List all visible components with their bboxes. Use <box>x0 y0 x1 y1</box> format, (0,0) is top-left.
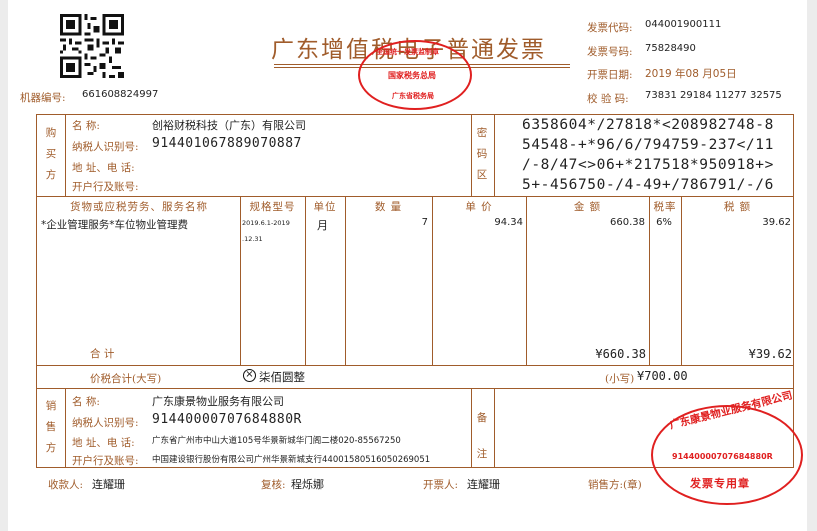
items-bottom-line <box>36 365 794 366</box>
buyer-section-label: 购买方 <box>45 127 57 181</box>
buyer-tax-id-label: 纳税人识别号: <box>72 141 139 153</box>
cipher-label-divider <box>494 114 495 196</box>
header-tax: 税 额 <box>723 201 752 213</box>
header-price: 单 价 <box>465 201 493 213</box>
reviewer-label: 复核: <box>261 479 286 491</box>
header-unit: 单位 <box>313 201 337 213</box>
machine-no: 661608824997 <box>82 89 159 100</box>
total-bottom-line <box>36 388 794 389</box>
tax-stamp-line2: 国家税务总局 <box>388 71 436 80</box>
buyer-label-divider <box>65 114 66 196</box>
grand-total-small-value: ¥700.00 <box>637 369 688 383</box>
check-code-label: 校 验 码: <box>587 93 629 105</box>
header-amount: 金 额 <box>573 201 602 213</box>
cipher-section-label: 密码区 <box>476 127 488 181</box>
payee-label: 收款人: <box>48 479 84 491</box>
tax-stamp-line3: 广东省税务局 <box>392 92 434 100</box>
tax-stamp-line1: 全国统一发票监制章 <box>376 48 439 56</box>
qr-code <box>60 14 124 78</box>
total-label: 合 计 <box>90 348 115 360</box>
seller-address: 广东省广州市中山大道105号华景新城华门阁二楼020-85567250 <box>152 436 401 446</box>
buyer-tax-id: 914401067889070887 <box>152 136 302 151</box>
seller-stamp-tax-id: 91440000707684880R <box>672 452 773 461</box>
cipher-left-divider <box>471 114 472 196</box>
item-name: *企业管理服务*车位物业管理费 <box>41 219 188 231</box>
item-qty: 7 <box>421 217 428 228</box>
buyer-bank-label: 开户行及账号: <box>72 181 139 193</box>
invoice-no-label: 发票号码: <box>587 46 633 58</box>
seller-stamp-label: 发票专用章 <box>690 477 750 490</box>
total-tax: ¥39.62 <box>748 347 792 361</box>
seller-bank: 中国建设银行股份有限公司广州华景新城支行44001580516050269051 <box>152 455 431 465</box>
issue-date: 2019 年08 月05日 <box>645 68 737 80</box>
payee: 连耀珊 <box>92 478 125 491</box>
seller-sign-label: 销售方:(章) <box>588 479 642 491</box>
remarks-section-label: 备注 <box>476 412 488 460</box>
header-name: 货物或应税劳务、服务名称 <box>70 201 208 213</box>
machine-no-label: 机器编号: <box>20 92 66 104</box>
issue-date-label: 开票日期: <box>587 69 633 81</box>
header-qty: 数 量 <box>374 201 403 213</box>
grand-total-small-label: (小写) <box>605 373 635 385</box>
buyer-name-label: 名 称: <box>72 120 100 132</box>
item-spec-line1: 2019.6.1-2019 <box>242 219 290 227</box>
invoice-code-label: 发票代码: <box>587 22 633 34</box>
seller-tax-id: 91440000707684880R <box>152 412 302 427</box>
invoice-paper: 广东增值税电子普通发票 全国统一发票监制章 国家税务总局 广东省税务局 机器编号… <box>8 0 807 531</box>
header-spec: 规格型号 <box>249 201 296 213</box>
invoice-code: 044001900111 <box>645 19 722 30</box>
seller-label-divider <box>65 388 66 468</box>
seller-bank-label: 开户行及账号: <box>72 455 139 467</box>
seller-address-label: 地 址、电 话: <box>72 437 135 449</box>
grand-total-words: 柒佰圆整 <box>259 370 305 384</box>
seller-section-label: 销售方 <box>45 400 57 454</box>
col-divider-unit <box>305 196 306 365</box>
item-tax: 39.62 <box>762 217 791 228</box>
item-unit: 月 <box>317 219 328 232</box>
col-divider-spec <box>240 196 241 365</box>
drawer: 连耀珊 <box>467 478 500 491</box>
total-amount: ¥660.38 <box>595 347 646 361</box>
remark-left-divider <box>471 388 472 468</box>
cross-circle-icon: × <box>243 369 256 382</box>
cipher-line-2: 54548-+*96/6/794759-237</11 <box>522 137 774 153</box>
drawer-label: 开票人: <box>423 479 459 491</box>
buyer-address-label: 地 址、电 话: <box>72 162 135 174</box>
item-price: 94.34 <box>494 217 523 228</box>
item-amount: 660.38 <box>610 217 645 228</box>
seller-name-label: 名 称: <box>72 396 100 408</box>
cipher-line-4: 5+-456750-/4-49+/786791/-/6 <box>522 177 774 193</box>
reviewer: 程烁娜 <box>291 478 324 491</box>
item-spec-line2: .12.31 <box>242 235 263 243</box>
seller-name: 广东康景物业服务有限公司 <box>152 395 284 408</box>
cipher-line-1: 6358604*/27818*<208982748-8 <box>522 117 774 133</box>
cipher-line-3: /-8/47<>06+*217518*950918+> <box>522 157 774 173</box>
check-code: 73831 29184 11277 32575 <box>645 90 782 101</box>
seller-tax-id-label: 纳税人识别号: <box>72 417 139 429</box>
buyer-name: 创裕财税科技（广东）有限公司 <box>152 119 306 132</box>
header-rate: 税率 <box>653 201 677 213</box>
item-rate: 6% <box>656 217 672 228</box>
remark-label-divider <box>494 388 495 468</box>
grand-total-label: 价税合计(大写) <box>90 373 162 385</box>
invoice-no: 75828490 <box>645 43 696 54</box>
